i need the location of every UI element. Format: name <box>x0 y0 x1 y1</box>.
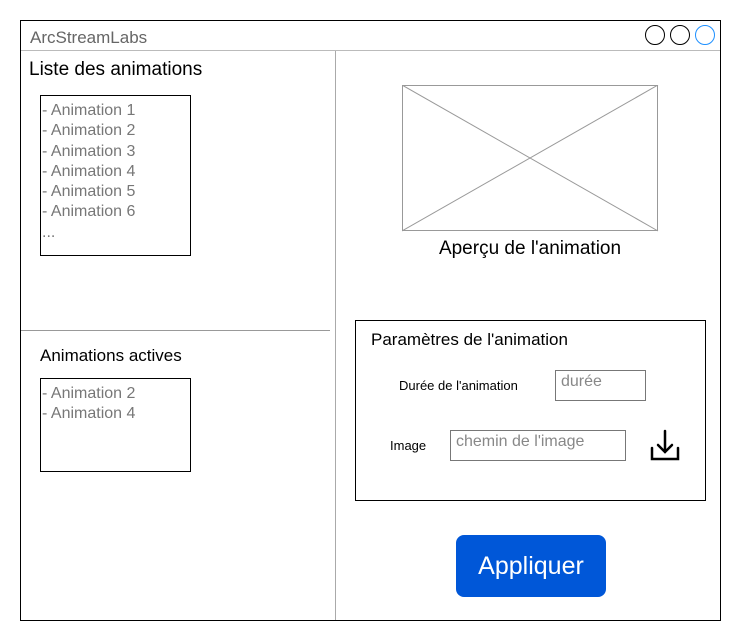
preview-caption: Aperçu de l'animation <box>438 238 622 259</box>
image-path-input[interactable]: chemin de l'image <box>450 430 626 461</box>
titlebar-divider <box>21 50 720 51</box>
list-item[interactable]: - Animation 4 <box>42 162 190 182</box>
list-item[interactable]: - Animation 3 <box>42 142 190 162</box>
list-more: ... <box>42 223 56 241</box>
animation-list[interactable]: - Animation 1 - Animation 2 - Animation … <box>40 95 191 256</box>
list-item[interactable]: - Animation 2 <box>42 121 190 141</box>
duration-label: Durée de l'animation <box>399 378 518 393</box>
vertical-divider <box>335 51 336 620</box>
close-button[interactable] <box>695 25 715 45</box>
apply-button[interactable]: Appliquer <box>456 535 606 597</box>
list-item[interactable]: - Animation 5 <box>42 182 190 202</box>
duration-input[interactable]: durée <box>555 370 646 401</box>
image-placeholder-icon <box>402 85 659 232</box>
image-label: Image <box>390 438 427 453</box>
list-item[interactable]: - Animation 2 <box>42 384 190 404</box>
maximize-button[interactable] <box>670 25 690 45</box>
active-animations-heading: Animations actives <box>40 346 182 365</box>
list-item[interactable]: - Animation 1 <box>42 101 190 121</box>
left-divider <box>21 330 330 331</box>
list-item[interactable]: - Animation 6 <box>42 202 190 222</box>
list-item[interactable]: - Animation 4 <box>42 404 190 424</box>
parameters-heading: Paramètres de l'animation <box>371 330 568 349</box>
active-animations-list[interactable]: - Animation 2 - Animation 4 <box>40 378 191 472</box>
animation-list-heading: Liste des animations <box>29 59 203 80</box>
window-title: ArcStreamLabs <box>30 28 148 47</box>
minimize-button[interactable] <box>645 25 665 45</box>
download-icon[interactable] <box>648 428 683 463</box>
